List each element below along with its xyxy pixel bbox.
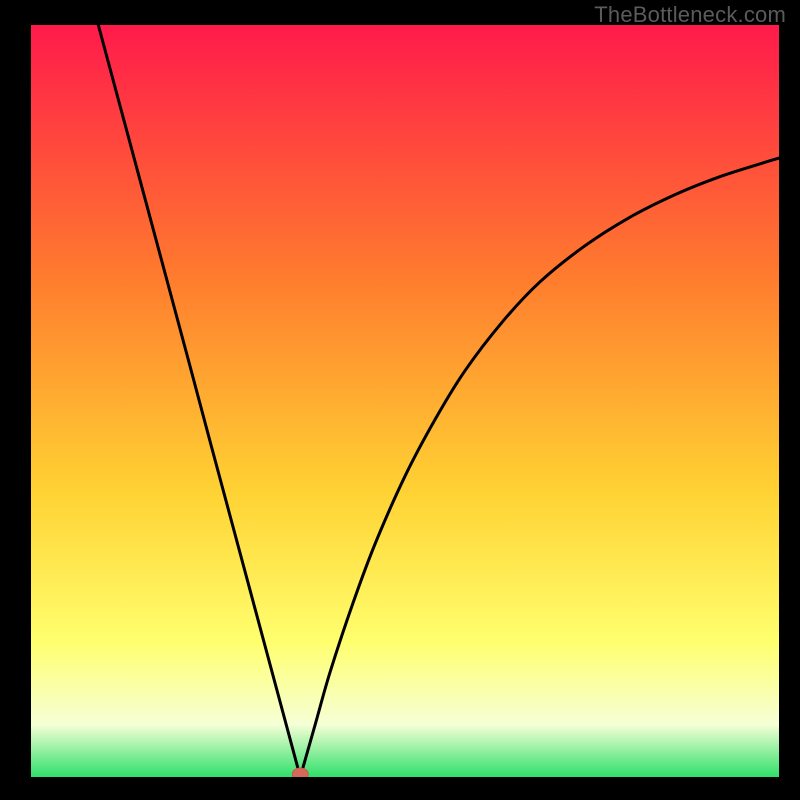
chart-frame: TheBottleneck.com: [0, 0, 800, 800]
minimum-marker: [292, 768, 308, 777]
chart-plot: [31, 25, 779, 777]
chart-background: [31, 25, 779, 777]
chart-svg: [31, 25, 779, 777]
